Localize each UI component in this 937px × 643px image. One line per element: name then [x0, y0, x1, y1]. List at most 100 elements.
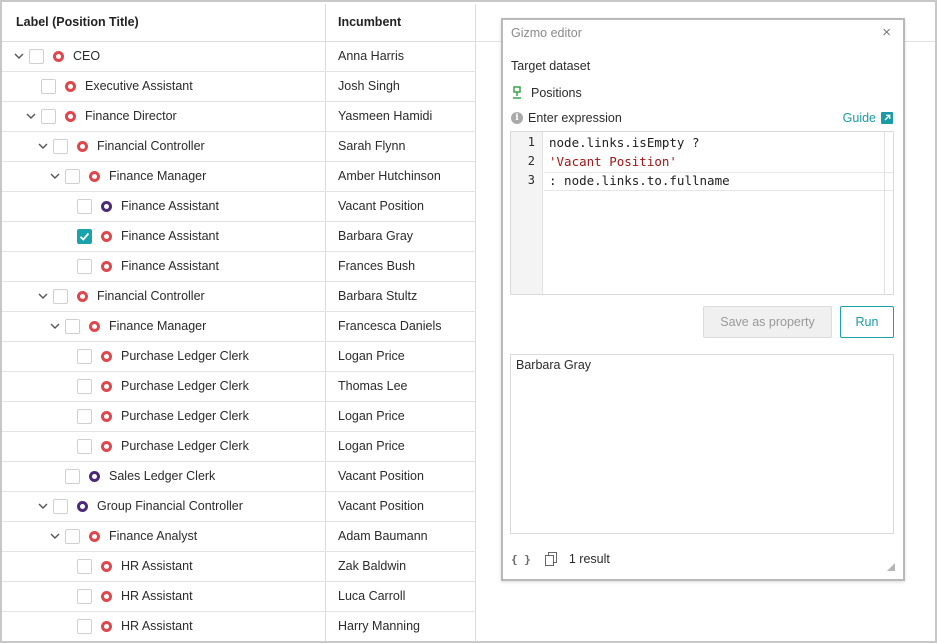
table-row[interactable]: Finance Manager Francesca Daniels — [2, 312, 476, 342]
column-header-label[interactable]: Label (Position Title) — [2, 4, 326, 41]
incumbent-cell[interactable]: Adam Baumann — [326, 522, 476, 551]
table-row[interactable]: Finance Assistant Barbara Gray — [2, 222, 476, 252]
incumbent-cell[interactable]: Sarah Flynn — [326, 132, 476, 161]
table-row[interactable]: HR Assistant Harry Manning — [2, 612, 476, 641]
copy-icon[interactable] — [544, 552, 557, 566]
table-row[interactable]: Group Financial Controller Vacant Positio… — [2, 492, 476, 522]
label-cell[interactable]: Finance Assistant — [2, 222, 326, 251]
row-checkbox[interactable] — [77, 409, 92, 424]
row-checkbox[interactable] — [77, 589, 92, 604]
table-row[interactable]: Purchase Ledger Clerk Logan Price — [2, 402, 476, 432]
table-row[interactable]: HR Assistant Zak Baldwin — [2, 552, 476, 582]
editor-scrollbar[interactable] — [884, 132, 885, 294]
incumbent-cell[interactable]: Vacant Position — [326, 462, 476, 491]
row-checkbox[interactable] — [77, 259, 92, 274]
incumbent-cell[interactable]: Harry Manning — [326, 612, 476, 641]
label-cell[interactable]: Finance Manager — [2, 312, 326, 341]
table-row[interactable]: Purchase Ledger Clerk Logan Price — [2, 342, 476, 372]
incumbent-cell[interactable]: Vacant Position — [326, 192, 476, 221]
row-checkbox[interactable] — [77, 229, 92, 244]
chevron-down-icon[interactable] — [49, 320, 61, 332]
table-row[interactable]: Sales Ledger Clerk Vacant Position — [2, 462, 476, 492]
chevron-down-icon[interactable] — [37, 500, 49, 512]
label-cell[interactable]: Purchase Ledger Clerk — [2, 432, 326, 461]
row-checkbox[interactable] — [77, 379, 92, 394]
row-checkbox[interactable] — [65, 529, 80, 544]
table-row[interactable]: Purchase Ledger Clerk Thomas Lee — [2, 372, 476, 402]
incumbent-cell[interactable]: Barbara Gray — [326, 222, 476, 251]
column-header-incumbent[interactable]: Incumbent — [326, 4, 476, 41]
label-cell[interactable]: Purchase Ledger Clerk — [2, 372, 326, 401]
label-cell[interactable]: Purchase Ledger Clerk — [2, 342, 326, 371]
incumbent-cell[interactable]: Vacant Position — [326, 492, 476, 521]
table-row[interactable]: Finance Assistant Frances Bush — [2, 252, 476, 282]
incumbent-cell[interactable]: Barbara Stultz — [326, 282, 476, 311]
incumbent-cell[interactable]: Amber Hutchinson — [326, 162, 476, 191]
chevron-down-icon[interactable] — [13, 50, 25, 62]
incumbent-cell[interactable]: Luca Carroll — [326, 582, 476, 611]
save-as-property-button[interactable]: Save as property — [703, 306, 832, 338]
label-cell[interactable]: Group Financial Controller — [2, 492, 326, 521]
row-checkbox[interactable] — [65, 319, 80, 334]
label-cell[interactable]: Financial Controller — [2, 132, 326, 161]
table-row[interactable]: Finance Manager Amber Hutchinson — [2, 162, 476, 192]
incumbent-cell[interactable]: Frances Bush — [326, 252, 476, 281]
dataset-selector[interactable]: Positions — [511, 85, 582, 101]
incumbent-cell[interactable]: Logan Price — [326, 342, 476, 371]
resize-handle-icon[interactable] — [887, 563, 895, 571]
run-button[interactable]: Run — [840, 306, 894, 338]
chevron-down-icon[interactable] — [49, 170, 61, 182]
label-cell[interactable]: HR Assistant — [2, 582, 326, 611]
table-row[interactable]: Financial Controller Barbara Stultz — [2, 282, 476, 312]
row-checkbox[interactable] — [77, 439, 92, 454]
label-cell[interactable]: HR Assistant — [2, 552, 326, 581]
incumbent-cell[interactable]: Anna Harris — [326, 42, 476, 71]
table-row[interactable]: CEO Anna Harris — [2, 42, 476, 72]
table-row[interactable]: HR Assistant Luca Carroll — [2, 582, 476, 612]
label-cell[interactable]: Finance Director — [2, 102, 326, 131]
guide-link[interactable]: Guide — [843, 111, 893, 125]
incumbent-cell[interactable]: Francesca Daniels — [326, 312, 476, 341]
label-cell[interactable]: Finance Assistant — [2, 252, 326, 281]
row-checkbox[interactable] — [65, 169, 80, 184]
label-cell[interactable]: Finance Analyst — [2, 522, 326, 551]
table-row[interactable]: Purchase Ledger Clerk Logan Price — [2, 432, 476, 462]
close-icon[interactable]: × — [882, 24, 891, 41]
label-cell[interactable]: Financial Controller — [2, 282, 326, 311]
table-row[interactable]: Executive Assistant Josh Singh — [2, 72, 476, 102]
row-checkbox[interactable] — [41, 109, 56, 124]
incumbent-cell[interactable]: Josh Singh — [326, 72, 476, 101]
braces-icon[interactable]: { } — [511, 553, 531, 566]
row-checkbox[interactable] — [77, 199, 92, 214]
row-checkbox[interactable] — [77, 559, 92, 574]
row-checkbox[interactable] — [77, 619, 92, 634]
label-cell[interactable]: Executive Assistant — [2, 72, 326, 101]
label-cell[interactable]: Finance Manager — [2, 162, 326, 191]
label-cell[interactable]: HR Assistant — [2, 612, 326, 641]
row-checkbox[interactable] — [29, 49, 44, 64]
chevron-down-icon[interactable] — [49, 530, 61, 542]
code-line[interactable]: : node.links.to.fullname — [549, 173, 730, 188]
table-row[interactable]: Financial Controller Sarah Flynn — [2, 132, 476, 162]
code-line[interactable]: node.links.isEmpty ? — [549, 135, 700, 150]
chevron-down-icon[interactable] — [37, 290, 49, 302]
row-checkbox[interactable] — [41, 79, 56, 94]
row-checkbox[interactable] — [53, 289, 68, 304]
chevron-down-icon[interactable] — [37, 140, 49, 152]
chevron-down-icon[interactable] — [25, 110, 37, 122]
incumbent-cell[interactable]: Logan Price — [326, 432, 476, 461]
code-line[interactable]: 'Vacant Position' — [549, 154, 677, 169]
label-cell[interactable]: CEO — [2, 42, 326, 71]
label-cell[interactable]: Finance Assistant — [2, 192, 326, 221]
label-cell[interactable]: Purchase Ledger Clerk — [2, 402, 326, 431]
incumbent-cell[interactable]: Logan Price — [326, 402, 476, 431]
table-row[interactable]: Finance Assistant Vacant Position — [2, 192, 476, 222]
incumbent-cell[interactable]: Zak Baldwin — [326, 552, 476, 581]
incumbent-cell[interactable]: Yasmeen Hamidi — [326, 102, 476, 131]
table-row[interactable]: Finance Director Yasmeen Hamidi — [2, 102, 476, 132]
label-cell[interactable]: Sales Ledger Clerk — [2, 462, 326, 491]
row-checkbox[interactable] — [65, 469, 80, 484]
expression-editor[interactable]: 1 2 3 node.links.isEmpty ? 'Vacant Position… — [510, 131, 894, 295]
incumbent-cell[interactable]: Thomas Lee — [326, 372, 476, 401]
row-checkbox[interactable] — [53, 139, 68, 154]
